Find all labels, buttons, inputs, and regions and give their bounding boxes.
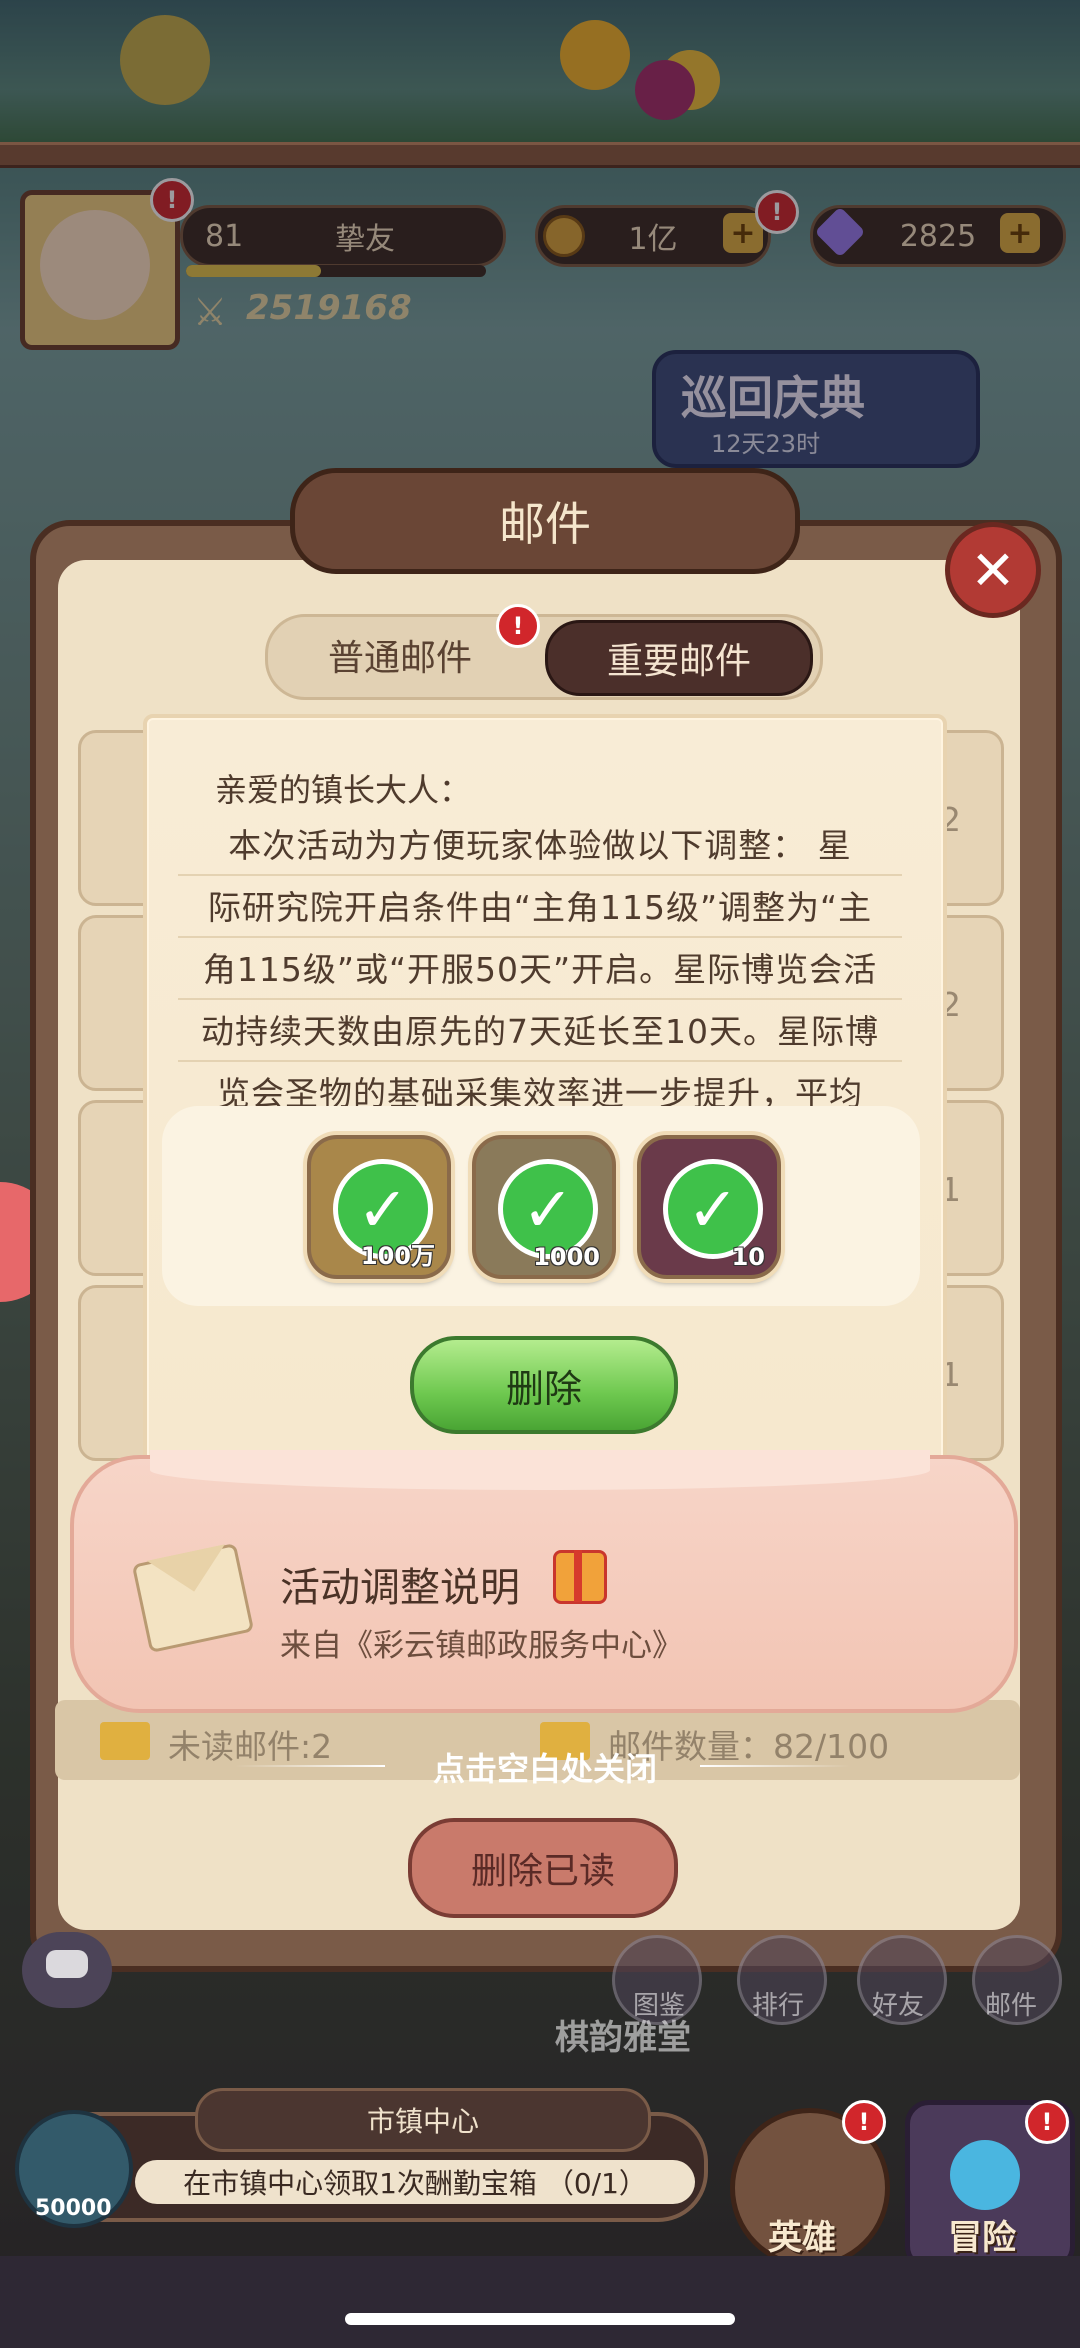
letter-line: 角115级”或“开服50天”开启。星际博览会活 — [178, 936, 902, 1000]
chess-hall-label[interactable]: 棋韵雅堂 — [555, 2010, 691, 2059]
home-indicator[interactable] — [345, 2313, 735, 2325]
reward-quantity: 10 — [731, 1243, 765, 1271]
mail-panel-title: 邮件 — [290, 468, 800, 574]
portal-icon — [950, 2140, 1020, 2210]
normal-mail-alert-badge: ! — [496, 604, 540, 648]
gold-reward[interactable]: ✓ 100万 — [307, 1135, 451, 1279]
tab-normal-mail[interactable]: 普通邮件 — [280, 620, 520, 690]
hero-alert-badge: ! — [842, 2100, 886, 2144]
mail-subject: 活动调整说明 — [280, 1565, 520, 1611]
mail-label: 邮件 — [985, 1991, 1038, 2021]
adventure-alert-badge: ! — [1025, 2100, 1069, 2144]
hero-label: 英雄 — [768, 2218, 836, 2258]
reward-quantity: 100万 — [360, 1242, 435, 1270]
potion-amount: 50000 — [35, 2196, 112, 2221]
reward-quantity: 1000 — [533, 1243, 600, 1271]
crystal-reward[interactable]: ✓ 10 — [637, 1135, 781, 1279]
system-nav-area — [0, 2256, 1080, 2348]
tap-to-close-hint: 点击空白处关闭 — [432, 1750, 657, 1788]
close-button[interactable]: ✕ — [945, 522, 1041, 618]
letter-line: 际研究院开启条件由“主角115级”调整为“主 — [178, 874, 902, 938]
unread-mail-count: 未读邮件:2 — [168, 1727, 333, 1766]
ribbon-fold — [150, 1450, 930, 1490]
chat-button[interactable] — [22, 1932, 112, 2008]
mail-sender: 来自《彩云镇邮政服务中心》 — [280, 1628, 683, 1664]
adventure-label: 冒险 — [948, 2218, 1016, 2258]
gift-ribbon — [574, 1550, 582, 1602]
hint-divider-right — [700, 1765, 850, 1767]
friends-label: 好友 — [872, 1991, 925, 2021]
mail-envelope-icon — [100, 1722, 150, 1760]
letter-line: 本次活动为方便玩家体验做以下调整： 星 — [178, 812, 902, 876]
tab-important-mail[interactable]: 重要邮件 — [545, 620, 813, 696]
letter-greeting: 亲爱的镇长大人： — [215, 771, 472, 809]
hint-divider-left — [235, 1765, 385, 1767]
chat-bubble-icon — [46, 1950, 88, 1978]
letter-line: 动持续天数由原先的7天延长至10天。星际博 — [178, 998, 902, 1062]
town-center-label: 市镇中心 — [195, 2088, 651, 2152]
town-task-text: 在市镇中心领取1次酬勤宝箱 （0/1） — [135, 2160, 695, 2204]
delete-mail-button[interactable]: 删除 — [410, 1336, 678, 1434]
ranking-label: 排行 — [752, 1991, 805, 2021]
book-reward[interactable]: ✓ 1000 — [472, 1135, 616, 1279]
delete-read-button[interactable]: 删除已读 — [408, 1818, 678, 1918]
